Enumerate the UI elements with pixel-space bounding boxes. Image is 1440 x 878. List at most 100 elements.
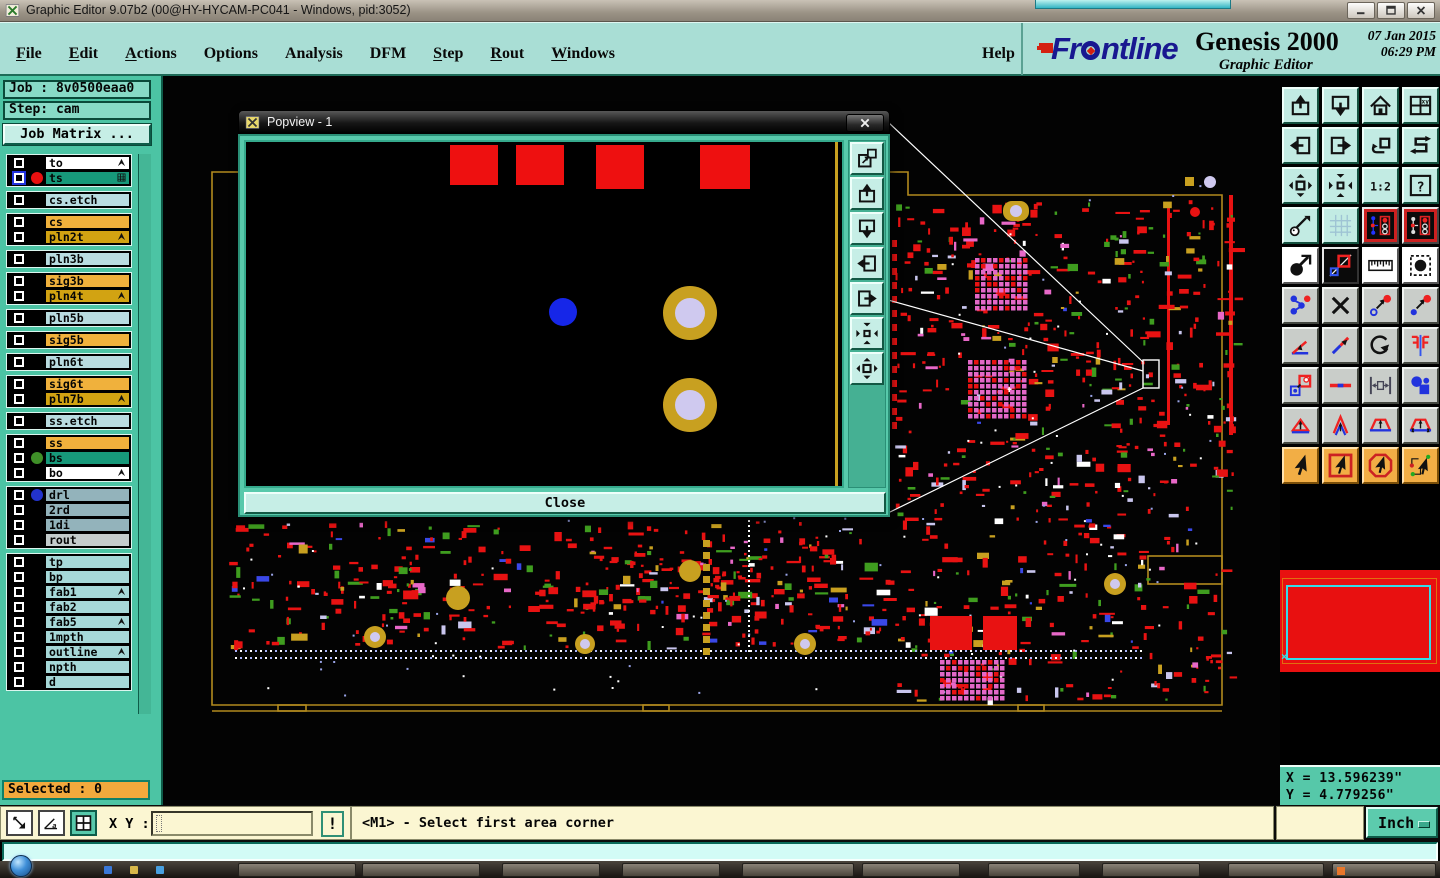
layer-visibility-checkbox[interactable] — [8, 355, 29, 369]
layer-visibility-checkbox[interactable] — [8, 230, 29, 244]
popview-close-button[interactable] — [846, 114, 884, 132]
cursor-net-button[interactable] — [1401, 446, 1439, 484]
layer-row-bs[interactable]: bs — [8, 451, 130, 465]
layer-label[interactable]: sig3b — [45, 274, 130, 288]
menu-rout[interactable]: Rout — [490, 35, 524, 63]
aux-field[interactable] — [1276, 806, 1364, 840]
layer-label[interactable]: bs — [45, 451, 130, 465]
layer-visibility-checkbox[interactable] — [8, 193, 29, 207]
layer-label[interactable]: ss.etch — [45, 414, 130, 428]
layer-row-pln7b[interactable]: pln7b — [8, 392, 130, 406]
layer-label[interactable]: sig6t — [45, 377, 130, 391]
cursor-box-button[interactable] — [1321, 446, 1359, 484]
layer-visibility-checkbox[interactable] — [8, 377, 29, 391]
menu-actions[interactable]: Actions — [125, 35, 177, 63]
arrow-trapezoid-ticks-button[interactable] — [1401, 406, 1439, 444]
layer-row-bo[interactable]: bo — [8, 466, 130, 480]
zoom-fit-button[interactable] — [850, 317, 884, 350]
mirror-ff-button[interactable] — [1401, 326, 1439, 364]
popview-canvas[interactable] — [244, 140, 844, 488]
grid-button[interactable] — [1321, 206, 1359, 244]
layer-row-tp[interactable]: tp — [8, 555, 130, 569]
zoom-ratio-button[interactable]: 1:2 — [1361, 166, 1399, 204]
select-filter-button[interactable] — [1401, 246, 1439, 284]
layer-visibility-checkbox[interactable] — [8, 171, 29, 185]
zoom-expand-button[interactable] — [1281, 166, 1319, 204]
layer-row-pln6t[interactable]: pln6t — [8, 355, 130, 369]
layer-label[interactable]: fab1 — [45, 585, 130, 599]
zoom-previous-button[interactable] — [1361, 126, 1399, 164]
layer-label[interactable]: pln5b — [45, 311, 130, 325]
surface-shapes-button[interactable] — [1401, 366, 1439, 404]
arrow-triangle-button[interactable] — [1281, 406, 1319, 444]
job-matrix-button[interactable]: Job Matrix ... — [3, 124, 151, 145]
layer-visibility-checkbox[interactable] — [8, 252, 29, 266]
layer-label[interactable]: tp — [45, 555, 130, 569]
taskbar-quicklaunch-icon[interactable] — [104, 866, 112, 874]
layer-visibility-checkbox[interactable] — [8, 675, 29, 689]
layer-label[interactable]: d — [45, 675, 130, 689]
layer-visibility-checkbox[interactable] — [8, 414, 29, 428]
layer-visibility-checkbox[interactable] — [8, 585, 29, 599]
taskbar-button[interactable] — [502, 863, 600, 877]
layer-visibility-checkbox[interactable] — [8, 503, 29, 517]
taskbar-button[interactable] — [622, 863, 720, 877]
menu-help[interactable]: Help — [982, 23, 1015, 74]
layer-visibility-checkbox[interactable] — [8, 645, 29, 659]
layer-visibility-checkbox[interactable] — [8, 215, 29, 229]
menu-options[interactable]: Options — [204, 35, 258, 63]
layer-visibility-checkbox[interactable] — [8, 615, 29, 629]
pan-up-button[interactable] — [850, 177, 884, 210]
layer-row-ts[interactable]: ts — [8, 171, 130, 185]
popout-window-button[interactable] — [850, 142, 884, 175]
menu-edit[interactable]: Edit — [69, 35, 98, 63]
layer-visibility-checkbox[interactable] — [8, 660, 29, 674]
layer-row-fab1[interactable]: fab1 — [8, 585, 130, 599]
layer-row-ss.etch[interactable]: ss.etch — [8, 414, 130, 428]
taskbar-button[interactable] — [238, 863, 356, 877]
grid-snap-button[interactable] — [70, 810, 97, 836]
spacing-button[interactable] — [1361, 366, 1399, 404]
copy-dot-button[interactable] — [1401, 286, 1439, 324]
slant-line-button[interactable] — [1321, 326, 1359, 364]
tools-palette-button[interactable] — [1281, 206, 1319, 244]
pan-left-button[interactable] — [850, 247, 884, 280]
taskbar-quicklaunch-icon[interactable] — [130, 866, 138, 874]
rotate-button[interactable] — [1361, 326, 1399, 364]
menu-dfm[interactable]: DFM — [370, 35, 406, 63]
chain-select-button[interactable] — [1281, 286, 1319, 324]
pan-left-button[interactable] — [1281, 126, 1319, 164]
layer-visibility-checkbox[interactable] — [8, 518, 29, 532]
layer-colors-b-button[interactable] — [1401, 206, 1439, 244]
layer-visibility-checkbox[interactable] — [8, 156, 29, 170]
layer-row-1di[interactable]: 1di — [8, 518, 130, 532]
layer-visibility-checkbox[interactable] — [8, 630, 29, 644]
layer-label[interactable]: fab5 — [45, 615, 130, 629]
taskbar-button[interactable] — [988, 863, 1080, 877]
measure-ruler-button[interactable] — [1361, 246, 1399, 284]
layer-colors-a-button[interactable] — [1361, 206, 1399, 244]
layer-row-drl[interactable]: drl — [8, 488, 130, 502]
layer-label[interactable]: drl — [45, 488, 130, 502]
arrow-chevron-button[interactable] — [1321, 406, 1359, 444]
popview-close-bar-button[interactable]: Close — [244, 492, 886, 514]
pan-up-button[interactable] — [1281, 86, 1319, 124]
menu-analysis[interactable]: Analysis — [285, 35, 343, 63]
zoom-fit-button[interactable] — [1321, 166, 1359, 204]
layer-label[interactable]: 1di — [45, 518, 130, 532]
layer-visibility-checkbox[interactable] — [8, 289, 29, 303]
angle-mode-button[interactable]: a — [38, 810, 65, 836]
pan-down-button[interactable] — [850, 212, 884, 245]
layer-visibility-checkbox[interactable] — [8, 451, 29, 465]
s-path-button[interactable] — [1401, 126, 1439, 164]
layer-label[interactable]: pln7b — [45, 392, 130, 406]
layer-row-bp[interactable]: bp — [8, 570, 130, 584]
minimize-button[interactable] — [1347, 2, 1375, 19]
taskbar-button[interactable] — [362, 863, 480, 877]
layer-row-d[interactable]: d — [8, 675, 130, 689]
layer-row-fab2[interactable]: fab2 — [8, 600, 130, 614]
layer-row-2rd[interactable]: 2rd — [8, 503, 130, 517]
layer-label[interactable]: outline — [45, 645, 130, 659]
cursor-button[interactable] — [1281, 446, 1319, 484]
layer-row-pln3b[interactable]: pln3b — [8, 252, 130, 266]
